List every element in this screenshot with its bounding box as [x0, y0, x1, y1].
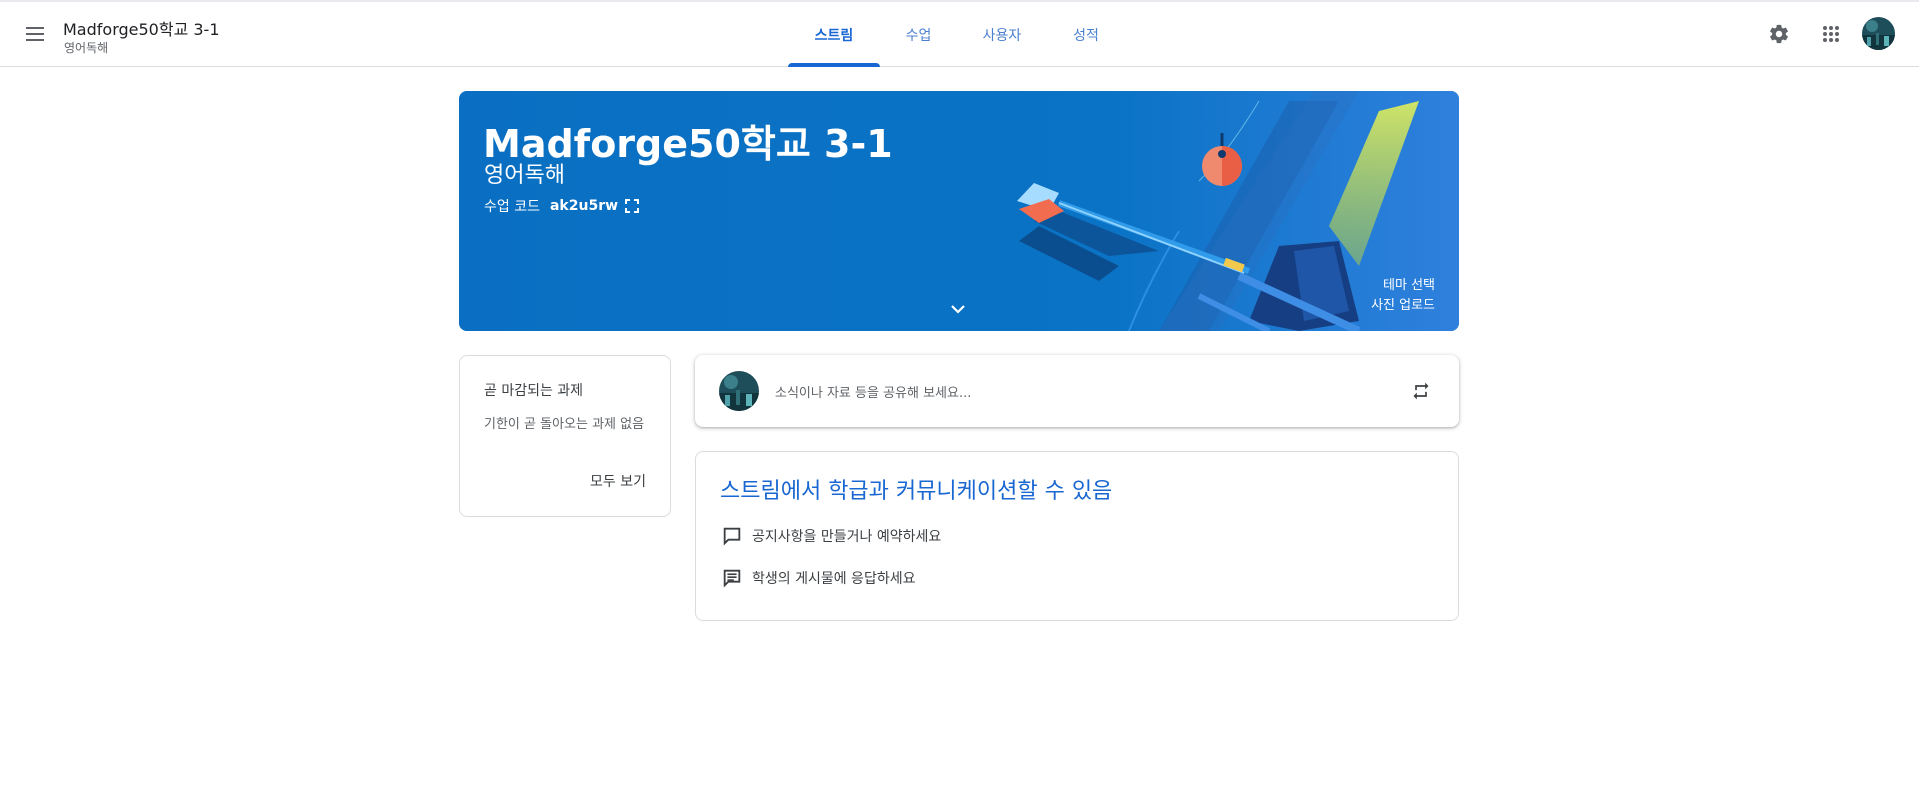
menu-icon — [26, 27, 44, 41]
stream-info-card: 스트림에서 학급과 커뮤니케이션할 수 있음 공지사항을 만들거나 예약하세요 … — [695, 451, 1459, 621]
class-banner: Madforge50학교 3-1 영어독해 수업 코드 ak2u5rw 테마 선… — [459, 91, 1459, 331]
avatar-image — [719, 371, 759, 411]
announcement-icon — [720, 524, 744, 548]
info-title: 스트림에서 학급과 커뮤니케이션할 수 있음 — [720, 479, 1113, 504]
class-code-row: 수업 코드 ak2u5rw — [484, 196, 640, 216]
reuse-post-button[interactable] — [1401, 371, 1441, 411]
upload-photo-link[interactable]: 사진 업로드 — [1371, 294, 1435, 313]
avatar — [719, 371, 759, 411]
tab-stream[interactable]: 스트림 — [788, 2, 880, 67]
main-menu-button[interactable] — [14, 13, 56, 55]
share-input[interactable]: 소식이나 자료 등을 공유해 보세요... — [775, 382, 971, 401]
view-all-link[interactable]: 모두 보기 — [590, 471, 646, 491]
class-code-value[interactable]: ak2u5rw — [550, 198, 618, 214]
apps-grid-icon — [1823, 26, 1839, 42]
gear-icon — [1770, 24, 1788, 44]
settings-button[interactable] — [1758, 13, 1800, 55]
tab-grades[interactable]: 성적 — [1047, 2, 1125, 67]
account-avatar[interactable] — [1862, 17, 1895, 50]
google-apps-button[interactable] — [1810, 13, 1852, 55]
class-tabs: 스트림 수업 사용자 성적 — [788, 2, 1125, 67]
comment-icon — [720, 566, 744, 590]
class-name-title[interactable]: Madforge50학교 3-1 — [63, 16, 220, 40]
class-code-label: 수업 코드 — [484, 199, 540, 215]
chevron-down-icon — [951, 304, 965, 314]
fullscreen-code-button[interactable] — [624, 198, 640, 214]
repost-icon — [1413, 382, 1429, 400]
upcoming-empty-text: 기한이 곧 돌아오는 과제 없음 — [484, 417, 645, 432]
fullscreen-icon — [625, 199, 640, 213]
class-section: 영어독해 — [64, 41, 109, 55]
info-item-text: 학생의 게시물에 응답하세요 — [752, 571, 916, 587]
tab-people[interactable]: 사용자 — [957, 2, 1047, 67]
banner-expand-button[interactable] — [945, 296, 971, 322]
tab-classwork[interactable]: 수업 — [880, 2, 957, 67]
info-item: 학생의 게시물에 응답하세요 — [720, 566, 915, 590]
info-item: 공지사항을 만들거나 예약하세요 — [720, 524, 941, 548]
upcoming-title: 곧 마감되는 과제 — [484, 383, 584, 399]
share-box[interactable]: 소식이나 자료 등을 공유해 보세요... — [695, 355, 1459, 427]
avatar-image — [1862, 17, 1895, 50]
banner-section: 영어독해 — [484, 163, 565, 188]
select-theme-link[interactable]: 테마 선택 — [1383, 274, 1435, 293]
info-item-text: 공지사항을 만들거나 예약하세요 — [752, 529, 942, 545]
upcoming-card: 곧 마감되는 과제 기한이 곧 돌아오는 과제 없음 모두 보기 — [459, 355, 671, 517]
